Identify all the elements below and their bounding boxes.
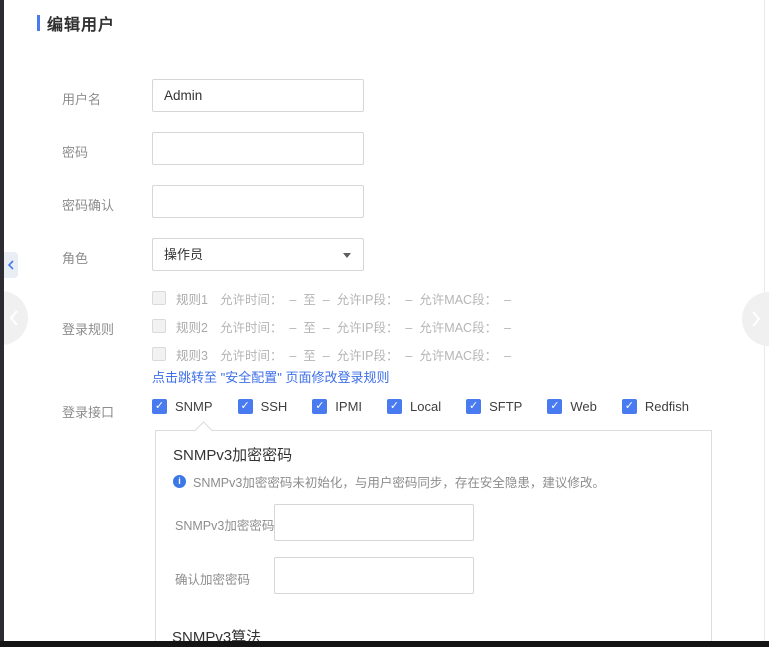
interface-label: SSH bbox=[261, 399, 288, 414]
chevron-down-icon bbox=[343, 253, 351, 258]
sidebar-collapse-button[interactable] bbox=[4, 252, 18, 278]
login-interfaces-label: 登录接口 bbox=[62, 402, 114, 421]
rule-name: 规则2 bbox=[176, 317, 208, 336]
page-title: 编辑用户 bbox=[47, 11, 115, 35]
snmpv3-notice-text: SNMPv3加密密码未初始化，与用户密码同步，存在安全隐患，建议修改。 bbox=[193, 472, 605, 491]
interface-option-ssh[interactable]: ✓ SSH bbox=[238, 399, 288, 414]
chevron-left-icon bbox=[9, 309, 19, 327]
password-input[interactable] bbox=[152, 132, 364, 165]
checkbox-checked-icon[interactable]: ✓ bbox=[466, 399, 481, 414]
interface-option-snmp[interactable]: ✓ SNMP bbox=[152, 399, 213, 414]
carousel-next-button[interactable] bbox=[742, 292, 769, 346]
window-left-edge bbox=[0, 0, 4, 647]
rule1-checkbox[interactable] bbox=[152, 291, 166, 305]
role-select[interactable]: 操作员 bbox=[152, 238, 364, 271]
panel-caret bbox=[194, 421, 212, 439]
rule2-checkbox[interactable] bbox=[152, 319, 166, 333]
interface-option-local[interactable]: ✓ Local bbox=[387, 399, 441, 414]
rule-name: 规则3 bbox=[176, 345, 208, 364]
snmpv3-password-input[interactable] bbox=[274, 504, 474, 541]
login-rule-row: 规则1 允许时间： – 至 – 允许IP段： – 允许MAC段： – bbox=[152, 284, 511, 312]
role-selected-value: 操作员 bbox=[164, 247, 203, 262]
login-rules-label: 登录规则 bbox=[62, 319, 114, 338]
interface-label: Redfish bbox=[645, 399, 689, 414]
edit-user-page: 编辑用户 用户名 密码 密码确认 角色 操作员 登录规则 规则1 允许时间： –… bbox=[0, 0, 769, 647]
security-config-link[interactable]: 点击跳转至 "安全配置" 页面修改登录规则 bbox=[152, 367, 389, 386]
login-rule-row: 规则3 允许时间： – 至 – 允许IP段： – 允许MAC段： – bbox=[152, 340, 511, 368]
snmpv3-panel-title: SNMPv3加密密码 bbox=[173, 444, 292, 465]
login-rules-list: 规则1 允许时间： – 至 – 允许IP段： – 允许MAC段： – 规则2 允… bbox=[152, 284, 511, 368]
snmpv3-confirm-input[interactable] bbox=[274, 557, 474, 594]
interface-option-web[interactable]: ✓ Web bbox=[547, 399, 597, 414]
rule-detail: 允许时间： – 至 – 允许IP段： – 允许MAC段： – bbox=[220, 317, 511, 336]
password-label: 密码 bbox=[62, 142, 88, 161]
rule3-checkbox[interactable] bbox=[152, 347, 166, 361]
snmpv3-confirm-label: 确认加密密码 bbox=[175, 569, 250, 588]
info-icon: i bbox=[173, 475, 186, 488]
password-confirm-label: 密码确认 bbox=[62, 195, 114, 214]
interface-label: IPMI bbox=[335, 399, 362, 414]
snmpv3-notice: i SNMPv3加密密码未初始化，与用户密码同步，存在安全隐患，建议修改。 bbox=[173, 472, 605, 491]
interface-label: Web bbox=[570, 399, 597, 414]
username-input[interactable] bbox=[152, 79, 364, 112]
checkbox-checked-icon[interactable]: ✓ bbox=[547, 399, 562, 414]
checkbox-checked-icon[interactable]: ✓ bbox=[622, 399, 637, 414]
interface-option-sftp[interactable]: ✓ SFTP bbox=[466, 399, 522, 414]
checkbox-checked-icon[interactable]: ✓ bbox=[152, 399, 167, 414]
checkbox-checked-icon[interactable]: ✓ bbox=[312, 399, 327, 414]
title-accent-bar bbox=[37, 15, 40, 31]
interface-label: Local bbox=[410, 399, 441, 414]
chevron-left-icon bbox=[8, 260, 14, 270]
carousel-prev-button[interactable] bbox=[0, 291, 28, 345]
interface-option-ipmi[interactable]: ✓ IPMI bbox=[312, 399, 362, 414]
checkbox-checked-icon[interactable]: ✓ bbox=[387, 399, 402, 414]
role-label: 角色 bbox=[62, 248, 88, 267]
login-rule-row: 规则2 允许时间： – 至 – 允许IP段： – 允许MAC段： – bbox=[152, 312, 511, 340]
chevron-right-icon bbox=[751, 310, 761, 328]
checkbox-checked-icon[interactable]: ✓ bbox=[238, 399, 253, 414]
window-bottom-edge bbox=[0, 641, 769, 647]
rule-name: 规则1 bbox=[176, 289, 208, 308]
interface-label: SFTP bbox=[489, 399, 522, 414]
username-label: 用户名 bbox=[62, 89, 101, 108]
interface-option-redfish[interactable]: ✓ Redfish bbox=[622, 399, 689, 414]
rule-detail: 允许时间： – 至 – 允许IP段： – 允许MAC段： – bbox=[220, 345, 511, 364]
snmpv3-panel: SNMPv3加密密码 i SNMPv3加密密码未初始化，与用户密码同步，存在安全… bbox=[155, 430, 712, 647]
password-confirm-input[interactable] bbox=[152, 185, 364, 218]
login-interfaces-row: ✓ SNMP ✓ SSH ✓ IPMI ✓ Local ✓ SFTP ✓ Web… bbox=[152, 399, 689, 414]
snmpv3-password-label: SNMPv3加密密码 bbox=[175, 515, 274, 534]
interface-label: SNMP bbox=[175, 399, 213, 414]
rule-detail: 允许时间： – 至 – 允许IP段： – 允许MAC段： – bbox=[220, 289, 511, 308]
